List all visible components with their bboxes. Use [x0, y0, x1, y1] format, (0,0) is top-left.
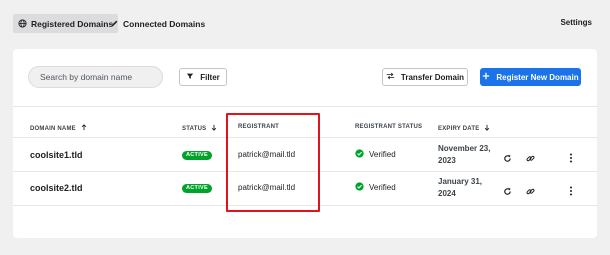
link-icon[interactable]	[526, 183, 535, 201]
check-circle-icon	[355, 182, 364, 193]
arrow-down-icon	[211, 124, 217, 133]
registrant-email: patrick@mail.tld	[238, 150, 296, 159]
column-header-status[interactable]: STATUS	[182, 124, 217, 133]
domains-card: Filter Transfer Domain Register New Doma…	[13, 49, 597, 238]
status-badge: ACTIVE	[182, 151, 212, 160]
column-header-expiry[interactable]: EXPIRY DATE	[438, 124, 490, 133]
divider	[13, 205, 597, 206]
settings-link[interactable]: Settings	[560, 18, 592, 27]
registrant-status: Verified	[355, 182, 396, 193]
refresh-icon[interactable]	[503, 183, 512, 201]
transfer-label: Transfer Domain	[400, 72, 465, 82]
globe-icon	[18, 19, 27, 28]
domains-toolbar: Filter Transfer Domain Register New Doma…	[13, 49, 597, 107]
top-navigation: Registered Domains Connected Domains Set…	[0, 0, 610, 45]
row-actions	[503, 150, 573, 168]
search-input[interactable]	[28, 66, 163, 88]
check-circle-icon	[355, 149, 364, 160]
column-header-registrant-status: REGISTRANT STATUS	[355, 124, 423, 130]
transfer-domain-button[interactable]: Transfer Domain	[382, 68, 468, 86]
register-new-domain-button[interactable]: Register New Domain	[480, 68, 581, 86]
pencil-icon	[110, 19, 119, 28]
expiry-date: November 23, 2023	[438, 144, 491, 165]
more-options-icon[interactable]	[569, 183, 573, 201]
divider	[13, 106, 597, 107]
domain-name[interactable]: coolsite2.tld	[30, 183, 83, 193]
more-options-icon[interactable]	[569, 150, 573, 168]
filter-icon	[186, 72, 194, 82]
table-row[interactable]: coolsite2.tld ACTIVE patrick@mail.tld Ve…	[13, 172, 597, 206]
column-header-domain[interactable]: DOMAIN NAME	[30, 124, 87, 133]
transfer-icon	[386, 72, 395, 82]
row-actions	[503, 183, 573, 201]
link-icon[interactable]	[526, 150, 535, 168]
table-row[interactable]: coolsite1.tld ACTIVE patrick@mail.tld Ve…	[13, 138, 597, 172]
plus-icon	[482, 72, 490, 82]
refresh-icon[interactable]	[503, 150, 512, 168]
filter-label: Filter	[200, 72, 220, 82]
arrow-up-icon	[81, 124, 87, 133]
arrow-down-icon	[484, 124, 490, 133]
registrant-status: Verified	[355, 149, 396, 160]
filter-button[interactable]: Filter	[179, 68, 227, 86]
status-badge: ACTIVE	[182, 184, 212, 193]
register-label: Register New Domain	[496, 72, 579, 82]
tab-label: Connected Domains	[123, 18, 206, 29]
expiry-date: January 31, 2024	[438, 177, 483, 198]
domain-name[interactable]: coolsite1.tld	[30, 150, 83, 160]
tab-label: Registered Domains	[31, 18, 114, 29]
tab-connected-domains[interactable]: Connected Domains	[105, 14, 210, 33]
column-header-registrant: REGISTRANT	[238, 124, 279, 130]
registrant-email: patrick@mail.tld	[238, 183, 296, 192]
tab-registered-domains[interactable]: Registered Domains	[13, 14, 119, 33]
